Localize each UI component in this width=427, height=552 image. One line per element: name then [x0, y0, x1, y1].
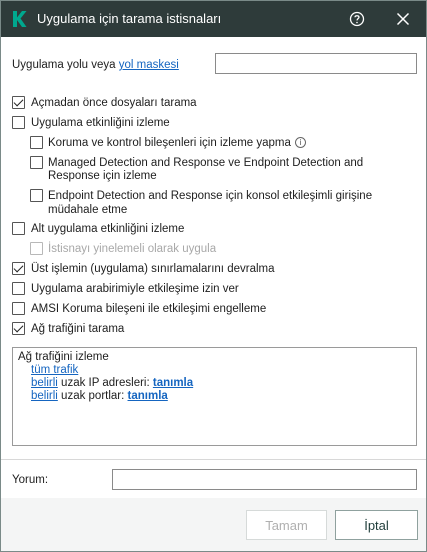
checkbox[interactable]	[12, 222, 25, 235]
option-label: Alt uygulama etkinliğini izleme	[31, 223, 185, 235]
remote-ip-row: belirli uzak IP adresleri: tanımla	[31, 376, 193, 390]
checkbox[interactable]	[30, 189, 43, 202]
option-label: İstisnayı yinelemeli olarak uygula	[48, 243, 217, 255]
checkbox[interactable]	[12, 322, 25, 335]
option-label-line2: müdahale etme	[48, 204, 128, 216]
remote-ports-row: belirli uzak portlar: tanımla	[31, 389, 168, 403]
checkbox[interactable]	[12, 116, 25, 129]
close-icon	[396, 12, 410, 26]
all-traffic-link[interactable]: tüm trafik	[31, 363, 78, 377]
path-label-text: Uygulama yolu veya	[12, 59, 116, 71]
define-ip-link[interactable]: tanımla	[153, 377, 193, 389]
option-label: Uygulama etkinliğini izleme	[31, 117, 170, 129]
option-label: Açmadan önce dosyaları tarama	[31, 97, 197, 109]
option-label: AMSI Koruma bileşeni ile etkileşimi enge…	[31, 303, 267, 315]
option-label: Endpoint Detection and Response için kon…	[48, 190, 373, 202]
kaspersky-logo-icon	[8, 8, 30, 30]
close-button[interactable]	[391, 7, 415, 31]
checkbox[interactable]	[12, 262, 25, 275]
option-label: Managed Detection and Response ve Endpoi…	[48, 157, 364, 169]
divider	[1, 459, 426, 460]
option-label-line2: Response için izleme	[48, 170, 157, 182]
checkbox[interactable]	[30, 156, 43, 169]
info-icon[interactable]: i	[295, 137, 306, 148]
ok-button[interactable]: Tamam	[246, 510, 327, 540]
option-label: Koruma ve kontrol bileşenleri için izlem…	[48, 137, 291, 149]
option-label: Üst işlemin (uygulama) sınırlamalarını d…	[31, 263, 275, 275]
cancel-button[interactable]: İptal	[335, 510, 418, 540]
specific-ports-link[interactable]: belirli	[31, 390, 58, 402]
title-bar: Uygulama için tarama istisnaları	[1, 1, 426, 37]
checkbox[interactable]	[30, 136, 43, 149]
dialog-window: Uygulama için tarama istisnaları Uygulam…	[0, 0, 427, 552]
button-bar: Tamam İptal	[1, 498, 426, 551]
help-icon	[349, 11, 365, 27]
option-label: Ağ trafiğini tarama	[31, 323, 125, 335]
path-input[interactable]	[215, 53, 417, 74]
checkbox	[30, 242, 43, 255]
checkbox[interactable]	[12, 302, 25, 315]
network-heading: Ağ trafiğini izleme	[18, 351, 109, 363]
remote-ip-text: uzak IP adresleri:	[61, 377, 150, 389]
window-title: Uygulama için tarama istisnaları	[37, 11, 222, 26]
path-mask-link[interactable]: yol maskesi	[119, 59, 179, 71]
path-label: Uygulama yolu veya yol maskesi	[12, 58, 179, 72]
comment-input[interactable]	[112, 469, 417, 490]
checkbox[interactable]	[12, 96, 25, 109]
specific-ip-link[interactable]: belirli	[31, 377, 58, 389]
remote-ports-text: uzak portlar:	[61, 390, 125, 402]
help-button[interactable]	[345, 7, 369, 31]
comment-label: Yorum:	[12, 474, 49, 486]
checkbox[interactable]	[12, 282, 25, 295]
define-ports-link[interactable]: tanımla	[128, 390, 168, 402]
option-label: Uygulama arabirimiyle etkileşime izin ve…	[31, 283, 239, 295]
network-traffic-panel: Ağ trafiğini izleme tüm trafik belirli u…	[12, 347, 417, 446]
